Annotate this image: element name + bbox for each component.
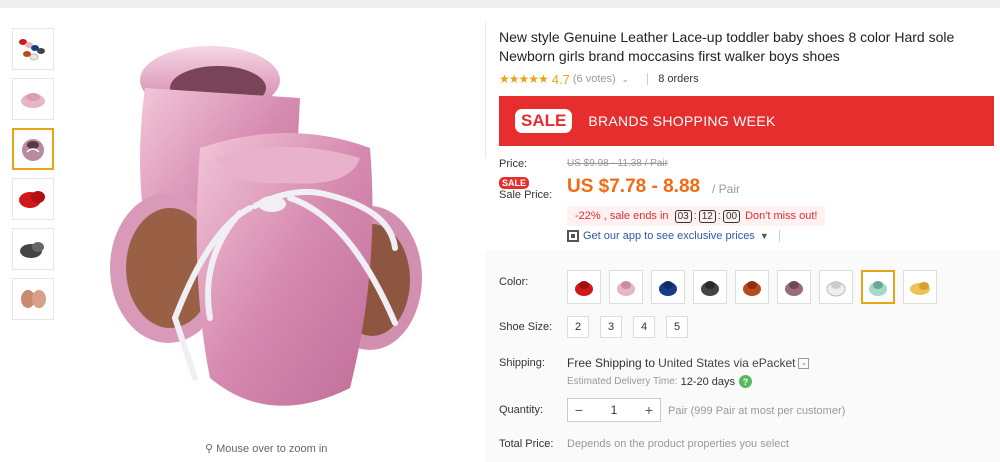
color-swatch-navy[interactable] (651, 270, 685, 304)
size-option-3[interactable]: 3 (600, 316, 622, 338)
red-shoe-thumb-icon (19, 191, 45, 208)
quantity-stepper: − 1 + (567, 398, 661, 422)
thumbnail-4[interactable] (12, 178, 54, 220)
quantity-label: Quantity: (499, 404, 544, 416)
color-label: Color: (499, 276, 529, 288)
sole-thumb-icon (21, 290, 46, 308)
app-link-text[interactable]: Get our app to see exclusive prices (583, 230, 755, 242)
quantity-input[interactable]: 1 (590, 403, 638, 417)
price-unit: / Pair (712, 182, 741, 196)
color-swatch-mint[interactable] (861, 270, 895, 304)
size-options: 2 3 4 5 (567, 316, 699, 338)
color-swatch-white[interactable] (819, 270, 853, 304)
chevron-down-icon[interactable]: ⌄ (798, 357, 810, 369)
size-option-5[interactable]: 5 (666, 316, 688, 338)
increase-button[interactable]: + (638, 402, 660, 418)
total-price-label: Total Price: (499, 438, 554, 450)
price-label: Price: (499, 158, 528, 170)
timer-hours: 03 (674, 209, 692, 223)
quantity-note: Pair (999 Pair at most per customer) (668, 405, 846, 417)
magnifier-icon: ⚲ (205, 443, 214, 455)
thumbnail-1[interactable] (12, 28, 54, 70)
pink-shoe-thumb-icon (21, 93, 45, 108)
caret-down-icon[interactable]: ▼ (760, 231, 769, 241)
product-detail: ⚲ Mouse over to zoom in New style Genuin… (0, 8, 1000, 462)
help-icon[interactable]: ? (739, 375, 753, 388)
thumbnail-5[interactable] (12, 228, 54, 270)
shipping-info: Free Shipping to United States via ePack… (567, 356, 810, 370)
promo-banner[interactable]: SALE BRANDS SHOPPING WEEK (499, 96, 994, 146)
zoom-hint-text: Mouse over to zoom in (216, 443, 328, 455)
sale-badge: SALE (499, 177, 530, 189)
separator (778, 230, 780, 242)
color-swatch-mauve[interactable] (777, 270, 811, 304)
votes-count[interactable]: (6 votes) (573, 73, 616, 85)
thumbnail-3[interactable] (12, 128, 54, 170)
thumbnail-list (12, 28, 56, 328)
gray-shoe-thumb-icon (20, 242, 44, 258)
zoom-hint: ⚲ Mouse over to zoom in (205, 442, 327, 455)
size-option-4[interactable]: 4 (633, 316, 655, 338)
sale-pill: SALE (515, 109, 573, 133)
discount-text: -22% , sale ends in (575, 210, 669, 222)
delivery-label: Estimated Delivery Time: (567, 376, 678, 387)
thumbnail-2[interactable] (12, 78, 54, 120)
delivery-days: 12-20 days (680, 375, 736, 388)
metallic-shoe-thumb-icon (22, 139, 44, 161)
color-swatch-pink[interactable] (609, 270, 643, 304)
delivery-estimate: Estimated Delivery Time: 12-20 days ? (567, 375, 753, 388)
free-shipping-text: Free Shipping to (567, 356, 656, 370)
sale-price: US $7.78 - 8.88 (567, 176, 701, 197)
star-rating-icon: ★★★★★ (499, 72, 549, 86)
shipping-label: Shipping: (499, 357, 545, 369)
timer-minutes: 12 (698, 209, 716, 223)
chevron-down-icon[interactable]: ⌄ (622, 74, 630, 85)
top-strip (0, 0, 1000, 8)
color-swatch-gray[interactable] (693, 270, 727, 304)
shoe-size-label: Shoe Size: (499, 321, 553, 333)
app-price-link[interactable]: Get our app to see exclusive prices ▼ (567, 230, 780, 242)
shipping-destination[interactable]: United States via ePacket (658, 356, 795, 370)
product-title: New style Genuine Leather Lace-up toddle… (499, 29, 955, 64)
decrease-button[interactable]: − (568, 402, 590, 418)
product-info: New style Genuine Leather Lace-up toddle… (499, 28, 994, 146)
total-price-note: Depends on the product properties you se… (567, 438, 789, 450)
main-product-image[interactable] (90, 18, 480, 438)
thumbnail-6[interactable] (12, 278, 54, 320)
shoe-lineup-thumb-icon (19, 39, 45, 61)
sale-countdown: -22% , sale ends in 03:12:00 Don't miss … (567, 206, 826, 226)
separator (647, 73, 649, 85)
sale-price-label: Sale Price: (499, 189, 553, 201)
original-price: US $9.98 - 11.38 / Pair (567, 158, 668, 169)
orders-count: 8 orders (658, 73, 699, 85)
qr-code-icon (567, 230, 579, 242)
color-swatch-red[interactable] (567, 270, 601, 304)
rating-row: ★★★★★ 4.7 (6 votes) ⌄ 8 orders (499, 70, 994, 88)
timer-seconds: 00 (722, 209, 741, 223)
color-swatch-gold[interactable] (903, 270, 937, 304)
size-option-2[interactable]: 2 (567, 316, 589, 338)
dont-miss-text: Don't miss out! (745, 210, 818, 222)
rating-value[interactable]: 4.7 (552, 72, 570, 87)
color-swatches (567, 270, 945, 304)
color-swatch-brown[interactable] (735, 270, 769, 304)
banner-text: BRANDS SHOPPING WEEK (588, 113, 776, 129)
